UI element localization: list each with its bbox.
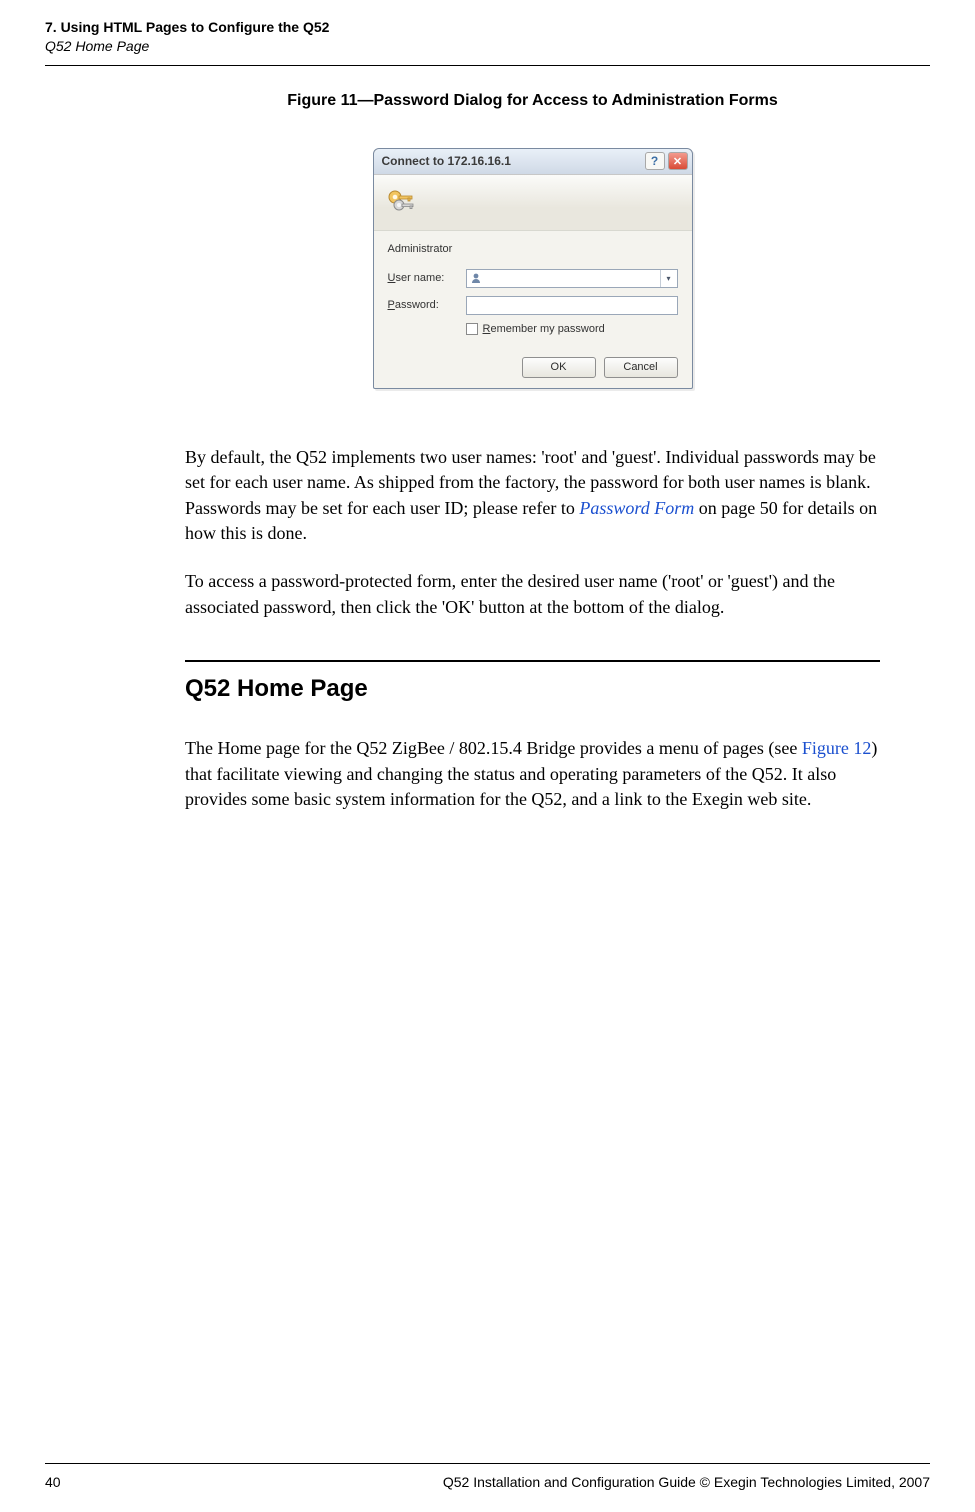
- page-header: 7. Using HTML Pages to Configure the Q52…: [0, 0, 975, 62]
- page-footer: 40 Q52 Installation and Configuration Gu…: [45, 1474, 930, 1490]
- dialog-titlebar: Connect to 172.16.16.1 ? ✕: [374, 149, 692, 175]
- paragraph-1: By default, the Q52 implements two user …: [185, 445, 880, 547]
- figure-caption: Figure 11—Password Dialog for Access to …: [185, 92, 880, 110]
- dialog-body: Administrator User name: ▾ Password:: [374, 231, 692, 388]
- help-button[interactable]: ?: [645, 152, 665, 170]
- username-row: User name: ▾: [388, 269, 678, 288]
- password-label: Password:: [388, 299, 466, 311]
- section-heading: Q52 Home Page: [185, 672, 880, 706]
- footer-rule: [45, 1463, 930, 1464]
- remember-checkbox[interactable]: [466, 323, 478, 335]
- keys-icon: [384, 185, 418, 219]
- password-row: Password:: [388, 296, 678, 315]
- close-button[interactable]: ✕: [668, 152, 688, 170]
- remember-label: Remember my password: [483, 323, 605, 335]
- content-area: Figure 11—Password Dialog for Access to …: [0, 66, 975, 813]
- dialog-figure: Connect to 172.16.16.1 ? ✕: [185, 148, 880, 389]
- user-icon: [467, 272, 485, 284]
- cancel-button[interactable]: Cancel: [604, 357, 678, 378]
- chapter-title: 7. Using HTML Pages to Configure the Q52: [45, 18, 930, 37]
- username-label: User name:: [388, 272, 466, 284]
- footer-text: Q52 Installation and Configuration Guide…: [443, 1474, 930, 1490]
- dialog-title: Connect to 172.16.16.1: [382, 154, 511, 168]
- figure-12-link[interactable]: Figure 12: [802, 738, 872, 758]
- dialog-banner: [374, 175, 692, 231]
- dialog-buttons: OK Cancel: [388, 351, 678, 378]
- chevron-down-icon[interactable]: ▾: [660, 270, 677, 287]
- password-input[interactable]: [466, 296, 678, 315]
- titlebar-buttons: ? ✕: [645, 152, 688, 170]
- section-paragraph: The Home page for the Q52 ZigBee / 802.1…: [185, 736, 880, 813]
- page-number: 40: [45, 1474, 61, 1490]
- dialog-realm: Administrator: [388, 243, 678, 255]
- password-form-link[interactable]: Password Form: [579, 498, 694, 518]
- paragraph-2: To access a password-protected form, ent…: [185, 569, 880, 620]
- username-input[interactable]: ▾: [466, 269, 678, 288]
- section-rule: [185, 660, 880, 662]
- section-running-head: Q52 Home Page: [45, 37, 930, 56]
- remember-row: Remember my password: [466, 323, 678, 335]
- ok-button[interactable]: OK: [522, 357, 596, 378]
- body-text: By default, the Q52 implements two user …: [185, 445, 880, 813]
- password-dialog: Connect to 172.16.16.1 ? ✕: [373, 148, 693, 389]
- close-icon: ✕: [673, 155, 682, 168]
